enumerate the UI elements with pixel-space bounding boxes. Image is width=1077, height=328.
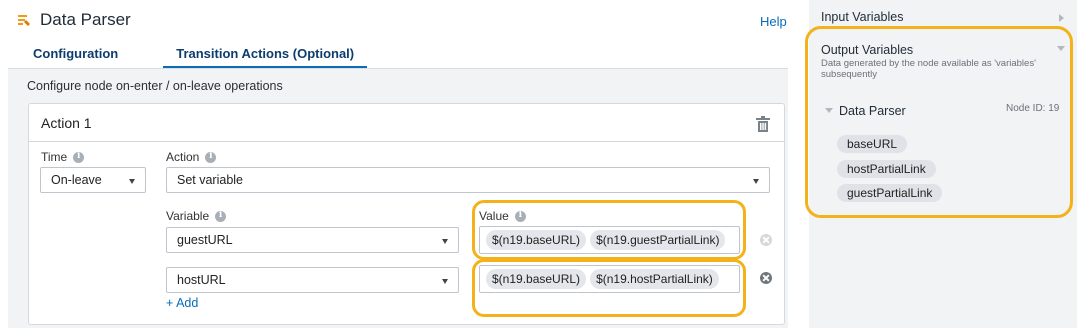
output-variable-chip[interactable]: guestPartialLink xyxy=(837,184,943,202)
variable-select-row-1[interactable]: guestURL xyxy=(166,227,459,253)
variables-side-panel: Input Variables Output Variables Data ge… xyxy=(809,0,1077,328)
variable-select-row-2[interactable]: hostURL xyxy=(166,267,459,293)
time-label-text: Time xyxy=(41,150,68,164)
variable-chip[interactable]: $(n19.baseURL) xyxy=(486,230,587,250)
page-title: Data Parser xyxy=(40,10,131,29)
action-label: Action xyxy=(166,150,217,164)
trash-icon[interactable] xyxy=(756,116,770,132)
output-variable-chip[interactable]: baseURL xyxy=(837,135,908,153)
variable-chip[interactable]: $(n19.baseURL) xyxy=(486,269,587,289)
data-parser-icon xyxy=(18,14,30,26)
variable-label-text: Variable xyxy=(166,209,210,223)
tab-bar: Configuration Transition Actions (Option… xyxy=(20,42,399,68)
variable-select-value: hostURL xyxy=(177,273,226,287)
chevron-down-icon xyxy=(129,179,135,184)
action-title: Action 1 xyxy=(41,115,92,131)
header: Data Parser xyxy=(18,10,131,30)
output-variables-toggle[interactable]: Output Variables xyxy=(821,43,913,57)
input-variables-toggle[interactable]: Input Variables xyxy=(821,10,903,24)
chevron-down-icon xyxy=(753,179,759,184)
chevron-down-icon xyxy=(442,239,448,244)
output-variable-chip[interactable]: hostPartialLink xyxy=(837,160,936,178)
value-input-row-1[interactable]: $(n19.baseURL) $(n19.guestPartialLink) xyxy=(479,226,740,254)
variable-label: Variable xyxy=(166,209,227,223)
value-label-text: Value xyxy=(479,209,509,223)
node-name[interactable]: Data Parser xyxy=(839,104,906,118)
variable-select-value: guestURL xyxy=(177,233,233,247)
add-row-button[interactable]: + Add xyxy=(166,296,198,310)
value-label: Value xyxy=(479,209,526,223)
time-select-value: On-leave xyxy=(51,173,102,187)
time-select[interactable]: On-leave xyxy=(40,167,146,193)
remove-row-icon[interactable] xyxy=(760,234,772,246)
value-input-row-2[interactable]: $(n19.baseURL) $(n19.hostPartialLink) xyxy=(479,265,740,293)
help-link[interactable]: Help xyxy=(760,14,787,29)
info-icon xyxy=(514,210,526,222)
action-select-value: Set variable xyxy=(177,173,244,187)
variable-chip[interactable]: $(n19.guestPartialLink) xyxy=(590,230,726,250)
chevron-down-icon[interactable] xyxy=(825,108,833,113)
remove-row-icon[interactable] xyxy=(760,272,772,284)
chevron-down-icon xyxy=(1057,46,1065,51)
node-id-label: Node ID: 19 xyxy=(1006,103,1060,114)
main-panel: Data Parser Help Configuration Transitio… xyxy=(0,0,795,328)
tab-transition-actions[interactable]: Transition Actions (Optional) xyxy=(163,42,368,68)
action-label-text: Action xyxy=(166,150,200,164)
tab-configuration[interactable]: Configuration xyxy=(20,42,131,68)
chevron-right-icon xyxy=(1059,14,1064,22)
action-select[interactable]: Set variable xyxy=(166,167,770,193)
section-subtitle: Configure node on-enter / on-leave opera… xyxy=(27,79,283,93)
time-label: Time xyxy=(41,150,85,164)
info-icon xyxy=(73,151,85,163)
info-icon xyxy=(215,210,227,222)
chevron-down-icon xyxy=(442,279,448,284)
output-variables-description: Data generated by the node available as … xyxy=(821,58,1036,80)
variable-chip[interactable]: $(n19.hostPartialLink) xyxy=(590,269,719,289)
action-card-header: Action 1 xyxy=(29,104,784,142)
info-icon xyxy=(205,151,217,163)
